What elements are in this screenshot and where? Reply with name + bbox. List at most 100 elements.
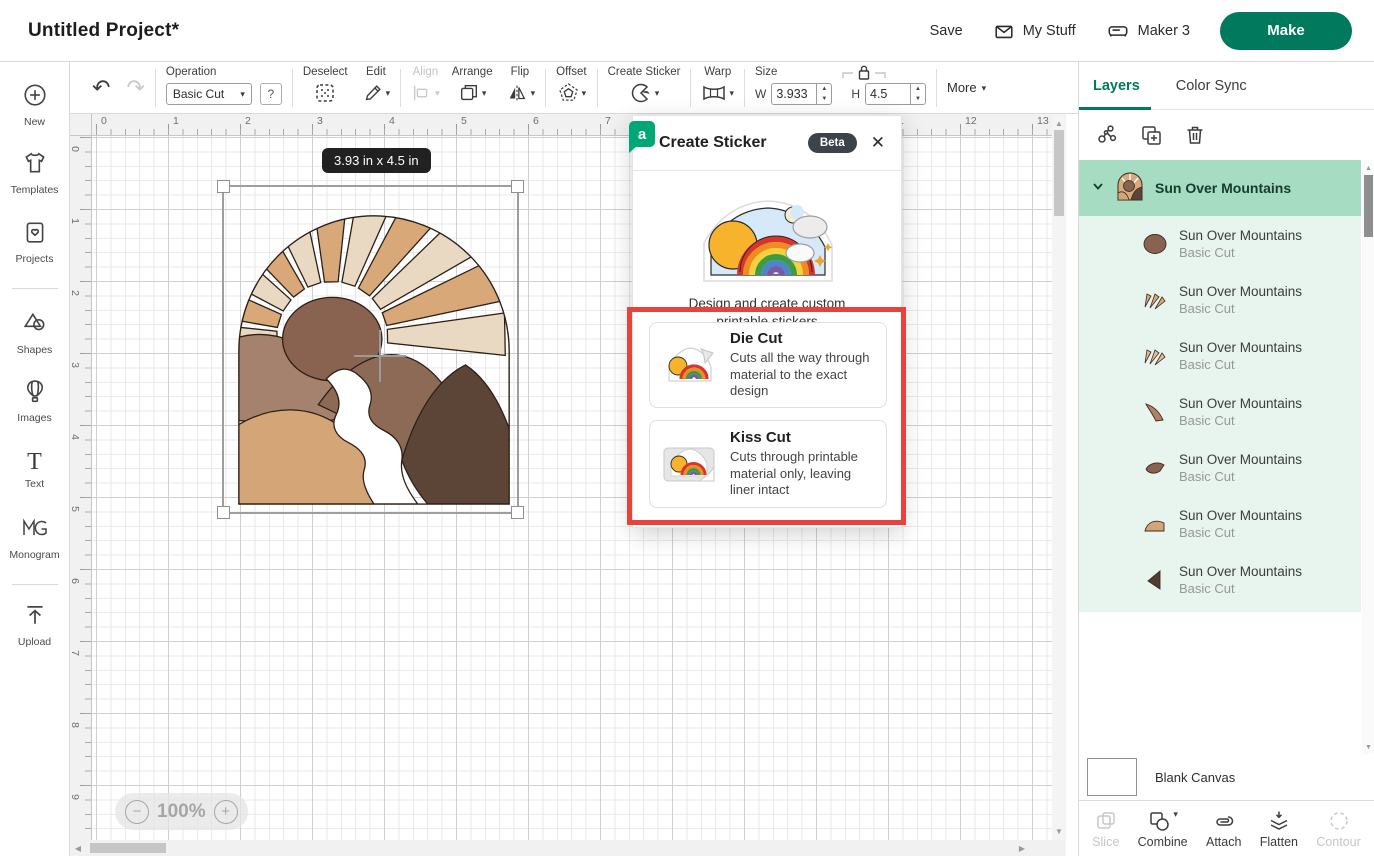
flip-button[interactable]: ▾	[505, 79, 536, 107]
assistant-bubble-icon: a	[629, 121, 655, 147]
layer-row[interactable]: Sun Over MountainsBasic Cut	[1079, 272, 1361, 328]
delete-button[interactable]	[1183, 123, 1207, 147]
create-sticker-button[interactable]: ▾	[629, 79, 660, 107]
zoom-level: 100%	[157, 801, 206, 823]
kiss-cut-title: Kiss Cut	[730, 429, 876, 446]
trash-icon	[1183, 123, 1207, 147]
layer-row[interactable]: Sun Over MountainsBasic Cut	[1079, 552, 1361, 608]
slice-button[interactable]: Slice	[1092, 809, 1119, 849]
create-sticker-popup: Create Sticker Beta ✕ Design	[632, 115, 902, 528]
kiss-cut-option[interactable]: Kiss Cut Cuts through printable material…	[649, 420, 887, 508]
save-button[interactable]: Save	[930, 23, 963, 39]
offset-button[interactable]: ▾	[557, 79, 587, 107]
hot-air-balloon-icon	[22, 391, 48, 408]
duplicate-button[interactable]	[1139, 123, 1163, 147]
marquee-icon	[313, 81, 337, 105]
canvas-horizontal-scrollbar[interactable]: ◀ ▶	[70, 840, 1066, 856]
undo-button[interactable]: ↶	[92, 76, 110, 100]
edit-button[interactable]: ▾	[362, 79, 391, 107]
horizontal-scroll-thumb[interactable]	[90, 843, 166, 853]
scroll-up-icon[interactable]: ▲	[1052, 116, 1066, 130]
align-icon	[411, 82, 433, 104]
redo-button[interactable]: ↷	[126, 76, 144, 100]
make-button[interactable]: Make	[1220, 12, 1352, 50]
zoom-control: − 100% +	[115, 793, 248, 830]
sidebar-item-text[interactable]: T Text	[0, 449, 69, 490]
scroll-down-icon[interactable]: ▼	[1362, 741, 1374, 754]
layer-thumbnail-sun	[1141, 231, 1169, 257]
scroll-down-icon[interactable]: ▼	[1052, 824, 1066, 838]
operation-help-button[interactable]: ?	[260, 83, 282, 105]
selection-handle-nw[interactable]	[217, 180, 230, 193]
my-stuff-icon	[993, 20, 1015, 42]
attach-paperclip-icon	[1212, 809, 1236, 833]
width-stepper[interactable]: ▲ ▼	[816, 84, 831, 104]
sidebar-item-templates[interactable]: Templates	[0, 150, 69, 196]
width-input[interactable]	[772, 84, 816, 104]
panel-scrollbar[interactable]: ▲ ▼	[1362, 160, 1374, 756]
layer-row[interactable]: Sun Over MountainsBasic Cut	[1079, 496, 1361, 552]
shapes-icon	[22, 323, 48, 340]
sidebar-item-new[interactable]: New	[0, 82, 69, 128]
close-icon[interactable]: ✕	[871, 133, 885, 153]
arrange-layers-icon	[458, 82, 480, 104]
popup-title: Create Sticker	[659, 134, 767, 152]
zoom-in-button[interactable]: +	[214, 800, 238, 824]
layer-row[interactable]: Sun Over MountainsBasic Cut	[1079, 216, 1361, 272]
layer-group-header[interactable]: Sun Over Mountains	[1079, 160, 1361, 216]
canvas-vertical-scrollbar[interactable]: ▲ ▼	[1052, 114, 1066, 840]
arrange-button[interactable]: ▾	[458, 79, 487, 107]
height-stepper[interactable]: ▲ ▼	[910, 84, 925, 104]
layer-list: Sun Over MountainsBasic Cut Sun Over Mou…	[1079, 216, 1361, 612]
layer-thumbnail-slope	[1141, 399, 1169, 425]
save-label: Save	[930, 23, 963, 39]
machine-button[interactable]: Maker 3	[1106, 20, 1190, 42]
warp-icon	[701, 82, 727, 104]
sidebar-item-images[interactable]: Images	[0, 378, 69, 424]
selection-handle-se[interactable]	[511, 506, 524, 519]
upload-arrow-icon	[22, 615, 48, 632]
attach-button[interactable]: Attach	[1206, 809, 1241, 849]
vertical-scroll-thumb[interactable]	[1054, 130, 1064, 216]
zoom-out-button[interactable]: −	[125, 800, 149, 824]
panel-scroll-thumb[interactable]	[1364, 175, 1373, 237]
contour-button[interactable]: Contour	[1316, 809, 1360, 849]
sidebar-item-shapes[interactable]: Shapes	[0, 310, 69, 356]
plus-circle-icon	[22, 95, 48, 112]
flatten-icon	[1267, 809, 1291, 833]
caret-down-icon: ▾	[240, 89, 245, 99]
die-cut-option[interactable]: Die Cut Cuts all the way through materia…	[649, 322, 887, 408]
my-stuff-button[interactable]: My Stuff	[993, 20, 1076, 42]
warp-button[interactable]: ▾	[701, 79, 734, 107]
selection-handle-ne[interactable]	[511, 180, 524, 193]
more-button[interactable]: More ▾	[947, 80, 986, 95]
layer-row[interactable]: Sun Over MountainsBasic Cut	[1079, 328, 1361, 384]
caret-down-icon: ▾	[386, 88, 391, 98]
align-button[interactable]: ▾	[411, 79, 440, 107]
selection-handle-sw[interactable]	[217, 506, 230, 519]
tab-layers[interactable]: Layers	[1093, 78, 1140, 94]
selection-bounding-box[interactable]	[222, 185, 519, 514]
tab-color-sync[interactable]: Color Sync	[1176, 78, 1247, 94]
combine-button[interactable]: ▾ Combine	[1138, 809, 1188, 849]
size-tooltip: 3.93 in x 4.5 in	[322, 148, 431, 173]
sidebar-item-projects[interactable]: Projects	[0, 219, 69, 265]
sidebar-item-upload[interactable]: Upload	[0, 602, 69, 648]
beta-badge: Beta	[808, 133, 857, 153]
slice-icon	[1094, 809, 1118, 833]
group-button[interactable]	[1095, 123, 1119, 147]
sidebar-item-monogram[interactable]: Monogram	[0, 515, 69, 561]
scroll-left-icon[interactable]: ◀	[70, 840, 86, 856]
caret-down-icon: ▾	[655, 88, 660, 98]
scroll-right-icon[interactable]: ▶	[1014, 840, 1030, 856]
scroll-up-icon[interactable]: ▲	[1362, 162, 1374, 175]
text-icon: T	[27, 449, 42, 475]
lock-aspect-icon[interactable]	[841, 62, 887, 89]
layer-row[interactable]: Sun Over MountainsBasic Cut	[1079, 384, 1361, 440]
ruler-corner	[70, 114, 92, 136]
operation-select[interactable]: Basic Cut ▾	[166, 83, 252, 105]
flatten-button[interactable]: Flatten	[1260, 809, 1298, 849]
layer-row[interactable]: Sun Over MountainsBasic Cut	[1079, 440, 1361, 496]
deselect-button[interactable]	[313, 79, 337, 107]
blank-canvas-row[interactable]: Blank Canvas	[1079, 754, 1374, 800]
